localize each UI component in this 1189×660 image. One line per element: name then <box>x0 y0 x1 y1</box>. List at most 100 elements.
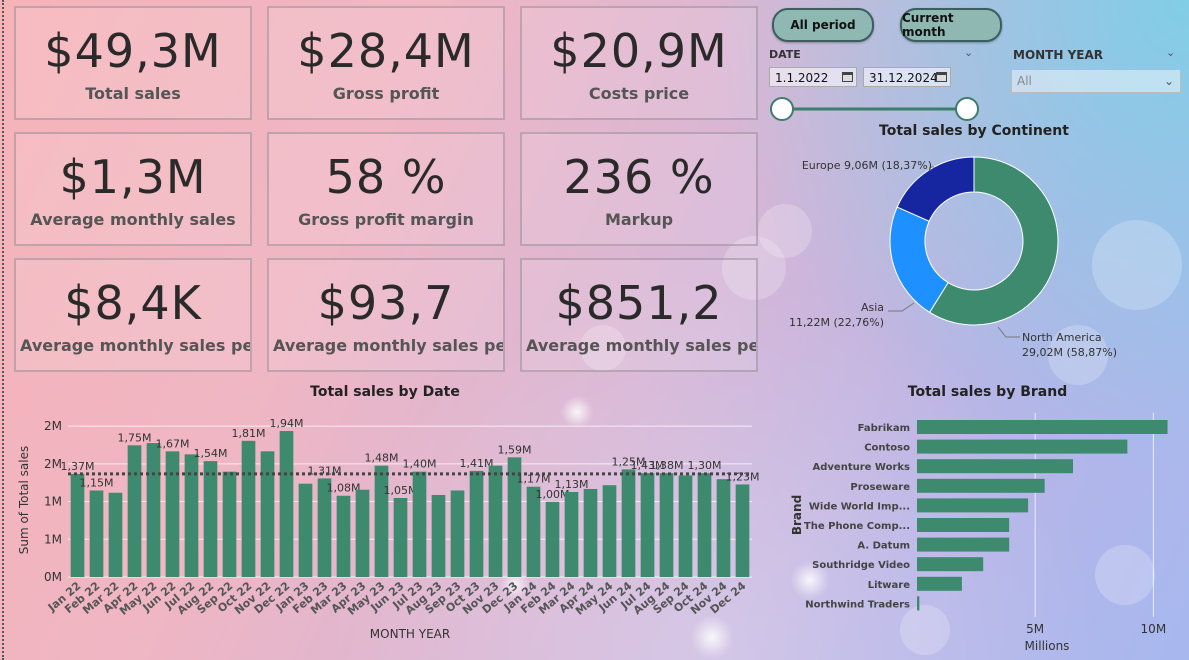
bar-sep-23 <box>450 490 465 577</box>
y-tick-label: 2M <box>44 457 62 471</box>
bar-data-label: 1,08M <box>327 482 361 495</box>
brand-bar-fabrikam <box>917 420 1168 434</box>
kpi-card-average-monthly-sales: $1,3M Average monthly sales <box>14 132 252 246</box>
bar-data-label: 1,67M <box>156 437 190 450</box>
kpi-card-costs-price: $20,9M Costs price <box>520 6 758 120</box>
bar-data-label: 1,30M <box>688 459 722 472</box>
donut-label-asia: Asia <box>861 301 884 314</box>
x-axis-label: Millions <box>1025 639 1070 653</box>
date-slicer-title: DATE <box>769 48 801 61</box>
bar-may-23 <box>374 465 389 577</box>
donut-label-north-america: North America <box>1022 331 1102 344</box>
month-year-selected: All <box>1017 74 1032 88</box>
brand-label: Northwind Traders <box>805 599 910 610</box>
bar-data-label: 1,75M <box>118 431 152 444</box>
bar-nov-23 <box>488 465 503 577</box>
brand-label: A. Datum <box>857 541 910 552</box>
y-axis-label: Sum of Total sales <box>17 446 31 555</box>
y-tick-label: 1M <box>44 532 62 546</box>
bar-jan-23 <box>298 483 313 577</box>
current-month-button[interactable]: Current month <box>900 8 1002 42</box>
kpi-value: $1,3M <box>59 150 207 204</box>
kpi-value: $20,9M <box>550 24 728 78</box>
bar-jun-22 <box>165 451 180 577</box>
slider-start-handle[interactable] <box>770 97 794 121</box>
date-range-slider[interactable] <box>768 95 983 123</box>
kpi-card-avg-monthly-sales-per-3: $851,2 Average monthly sales pe... <box>520 258 758 372</box>
y-tick-label: 2M <box>44 419 62 433</box>
bar-apr-24 <box>583 488 598 577</box>
slider-end-handle[interactable] <box>955 97 979 121</box>
kpi-label: Average monthly sales pe... <box>20 336 250 355</box>
start-date-input[interactable]: 1.1.2022 <box>769 67 857 87</box>
y-tick-label: 1M <box>44 495 62 509</box>
bar-data-label: 1,54M <box>194 447 228 460</box>
brand-bar-southridge-video <box>917 557 984 572</box>
month-year-dropdown[interactable]: All ⌄ <box>1011 69 1181 93</box>
date-bar-chart: 0M1M1M2M2MSum of Total sales 1,37MJan 221… <box>17 417 759 641</box>
kpi-label: Costs price <box>588 84 690 103</box>
chevron-down-icon[interactable]: ⌄ <box>1166 46 1175 59</box>
continent-donut-chart: North America 29,02M (58,87%) Asia 11,22M (… <box>789 156 1117 359</box>
bar-data-label: 1,81M <box>232 427 266 440</box>
kpi-card-total-sales: $49,3M Total sales <box>14 6 252 120</box>
brand-label: Wide World Imp... <box>809 501 910 512</box>
kpi-label: Gross profit <box>332 84 440 103</box>
kpi-label: Average monthly sales pe... <box>273 336 503 355</box>
bar-mar-24 <box>564 491 579 577</box>
chevron-down-icon[interactable]: ⌄ <box>964 46 973 59</box>
brand-bar-a-datum <box>917 537 1010 552</box>
y-tick-label: 0M <box>44 570 62 584</box>
brand-bar-adventure-works <box>917 459 1073 474</box>
month-year-slicer-title: MONTH YEAR <box>1013 48 1104 62</box>
y-axis-label: Brand <box>790 495 804 535</box>
bar-data-label: 1,13M <box>555 478 589 491</box>
bar-feb-22 <box>89 490 104 577</box>
kpi-label: Average monthly sales <box>30 210 236 229</box>
bar-oct-22 <box>241 440 256 577</box>
kpi-label: Total sales <box>85 84 181 103</box>
date-chart-title: Total sales by Date <box>310 384 460 400</box>
donut-value-north-america: 29,02M (58,87%) <box>1022 346 1117 359</box>
start-date-value: 1.1.2022 <box>775 71 829 85</box>
bar-data-label: 1,40M <box>403 458 437 471</box>
brand-label: Litware <box>868 580 910 591</box>
bar-sep-24 <box>678 475 693 577</box>
brand-bar-proseware <box>917 478 1045 493</box>
brand-label: Southridge Video <box>812 560 910 571</box>
all-period-button[interactable]: All period <box>772 8 874 42</box>
kpi-label: Gross profit margin <box>298 210 474 229</box>
calendar-icon[interactable] <box>936 72 947 82</box>
kpi-card-markup: 236 % Markup <box>520 132 758 246</box>
brand-bar-contoso <box>917 439 1128 454</box>
bar-data-label: 1,41M <box>460 457 494 470</box>
bar-jun-23 <box>393 498 408 577</box>
bar-nov-22 <box>260 451 275 577</box>
bar-data-label: 1,38M <box>650 459 684 472</box>
kpi-value: $49,3M <box>44 24 222 78</box>
bar-jul-24 <box>640 473 655 577</box>
bar-feb-24 <box>545 501 560 577</box>
bar-oct-24 <box>697 473 712 577</box>
bar-may-24 <box>602 485 617 577</box>
brand-label: Contoso <box>864 443 910 454</box>
kpi-card-avg-monthly-sales-per-1: $8,4K Average monthly sales pe... <box>14 258 252 372</box>
bar-mar-22 <box>108 492 123 577</box>
bar-dec-24 <box>735 484 750 577</box>
brand-bar-northwind-traders <box>917 596 920 611</box>
end-date-input[interactable]: 31.12.2024 <box>863 67 951 87</box>
continent-chart-title: Total sales by Continent <box>879 123 1069 139</box>
brand-label: Adventure Works <box>813 462 911 473</box>
bar-data-label: 1,15M <box>80 476 114 489</box>
x-tick-label: 5M <box>1026 622 1044 636</box>
brand-label: The Phone Comp... <box>804 521 910 532</box>
end-date-value: 31.12.2024 <box>869 71 938 85</box>
donut-slice-asia <box>889 206 949 313</box>
bar-jun-24 <box>621 469 636 577</box>
kpi-value: $851,2 <box>555 276 723 330</box>
brand-bar-litware <box>917 576 962 591</box>
kpi-label: Average monthly sales pe... <box>526 336 756 355</box>
calendar-icon[interactable] <box>842 72 853 82</box>
kpi-card-avg-monthly-sales-per-2: $93,7 Average monthly sales pe... <box>267 258 505 372</box>
kpi-value: 236 % <box>563 150 715 204</box>
